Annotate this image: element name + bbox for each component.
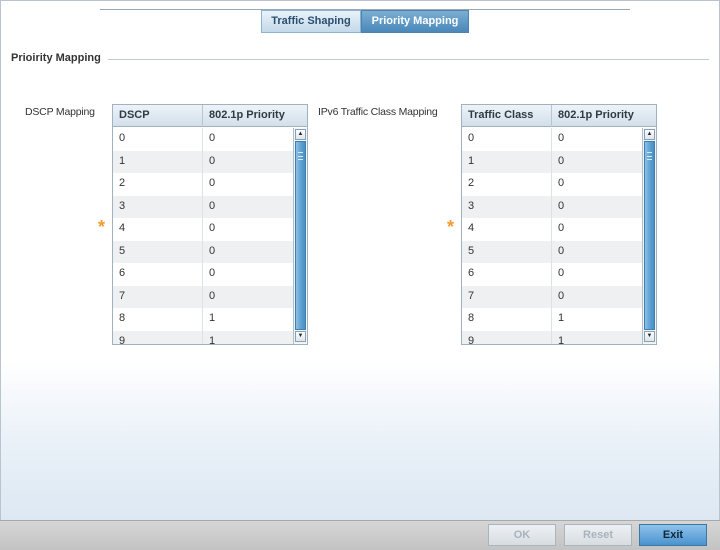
table-row[interactable]: 30 (113, 195, 293, 218)
ipv6-traffic-class-table: Traffic Class 802.1p Priority 0010203040… (461, 104, 657, 345)
table-row[interactable]: 70 (113, 285, 293, 308)
table-cell-priority: 0 (558, 244, 565, 257)
grip-icon (298, 152, 303, 160)
table-cell-key: 2 (113, 173, 203, 196)
table-row[interactable]: 60 (113, 263, 293, 286)
exit-button[interactable]: Exit (639, 524, 707, 546)
scroll-down-arrow-icon[interactable]: ▼ (295, 331, 306, 342)
table-cell-key: 1 (462, 150, 552, 173)
section-divider (108, 59, 709, 60)
table-cell-key: 2 (462, 173, 552, 196)
tab-traffic-shaping[interactable]: Traffic Shaping (261, 10, 361, 33)
table-cell-priority: 0 (558, 289, 565, 302)
table-cell-key: 9 (462, 330, 552, 344)
table-row[interactable]: 91 (462, 330, 642, 345)
scroll-up-arrow-icon[interactable]: ▲ (295, 129, 306, 140)
table-header: DSCP 802.1p Priority (113, 105, 307, 127)
ok-button[interactable]: OK (488, 524, 556, 546)
table-cell-priority: 0 (209, 222, 216, 234)
table-cell-key: 4 (462, 218, 552, 241)
table-cell-priority: 0 (209, 199, 216, 212)
table-row[interactable]: 00 (113, 128, 293, 151)
column-header-priority: 802.1p Priority (558, 109, 634, 121)
table-row[interactable]: 91 (113, 330, 293, 345)
table-cell-key: 0 (113, 128, 203, 151)
table-row[interactable]: 20 (462, 173, 642, 196)
scroll-up-arrow-icon[interactable]: ▲ (644, 129, 655, 140)
table-cell-key: 3 (113, 195, 203, 218)
grip-icon (647, 152, 652, 160)
dscp-scrollbar[interactable]: ▲ ▼ (293, 128, 307, 344)
table-row[interactable]: 50 (462, 240, 642, 263)
reset-button[interactable]: Reset (564, 524, 632, 546)
table-cell-priority: 0 (209, 289, 216, 302)
table-cell-key: 8 (113, 308, 203, 331)
table-cell-key: 7 (462, 285, 552, 308)
tab-priority-mapping[interactable]: Priority Mapping (361, 10, 469, 33)
table-header: Traffic Class 802.1p Priority (462, 105, 656, 127)
ipv6-traffic-class-mapping-label: IPv6 Traffic Class Mapping (318, 106, 438, 118)
table-row[interactable]: 81 (462, 308, 642, 331)
scroll-down-arrow-icon[interactable]: ▼ (644, 331, 655, 342)
ipv6-scrollbar[interactable]: ▲ ▼ (642, 128, 656, 344)
table-cell-priority: 0 (558, 132, 565, 144)
table-cell-priority: 1 (209, 334, 216, 345)
column-header-dscp: DSCP (113, 105, 203, 127)
table-cell-priority: 0 (209, 154, 216, 167)
dscp-mapping-label: DSCP Mapping (25, 106, 95, 118)
table-cell-priority: 0 (558, 199, 565, 212)
column-header-priority: 802.1p Priority (209, 109, 285, 121)
table-row[interactable]: 40 (113, 218, 293, 241)
table-cell-key: 9 (113, 330, 203, 344)
table-cell-key: 3 (462, 195, 552, 218)
required-star-icon: * (98, 217, 106, 237)
table-row[interactable]: 10 (462, 150, 642, 173)
table-cell-priority: 1 (558, 334, 565, 345)
column-header-traffic-class: Traffic Class (462, 105, 552, 127)
table-cell-key: 5 (113, 240, 203, 263)
table-cell-priority: 0 (558, 222, 565, 234)
table-row[interactable]: 50 (113, 240, 293, 263)
dscp-mapping-table: DSCP 802.1p Priority 0010203040506070819… (112, 104, 308, 345)
table-cell-key: 7 (113, 285, 203, 308)
table-cell-key: 4 (113, 218, 203, 241)
table-body: 00102030405060708191 (113, 128, 293, 344)
table-row[interactable]: 70 (462, 285, 642, 308)
table-cell-key: 5 (462, 240, 552, 263)
table-row[interactable]: 10 (113, 150, 293, 173)
table-body: 00102030405060708191 (462, 128, 642, 344)
table-cell-priority: 0 (209, 244, 216, 257)
required-star-icon: * (447, 217, 455, 237)
table-cell-priority: 0 (209, 177, 216, 189)
table-row[interactable]: 20 (113, 173, 293, 196)
section-title: Prioirity Mapping (11, 52, 101, 64)
table-row[interactable]: 30 (462, 195, 642, 218)
table-row[interactable]: 60 (462, 263, 642, 286)
scroll-thumb[interactable] (644, 141, 655, 330)
table-cell-priority: 0 (209, 132, 216, 144)
scroll-thumb[interactable] (295, 141, 306, 330)
table-cell-priority: 1 (558, 312, 565, 324)
table-cell-key: 0 (462, 128, 552, 151)
table-row[interactable]: 40 (462, 218, 642, 241)
table-cell-key: 1 (113, 150, 203, 173)
table-cell-priority: 0 (209, 267, 216, 279)
table-row[interactable]: 00 (462, 128, 642, 151)
table-cell-priority: 0 (558, 267, 565, 279)
table-cell-key: 6 (113, 263, 203, 286)
table-row[interactable]: 81 (113, 308, 293, 331)
table-cell-priority: 0 (558, 177, 565, 189)
table-cell-priority: 0 (558, 154, 565, 167)
table-cell-key: 6 (462, 263, 552, 286)
table-cell-key: 8 (462, 308, 552, 331)
table-cell-priority: 1 (209, 312, 216, 324)
